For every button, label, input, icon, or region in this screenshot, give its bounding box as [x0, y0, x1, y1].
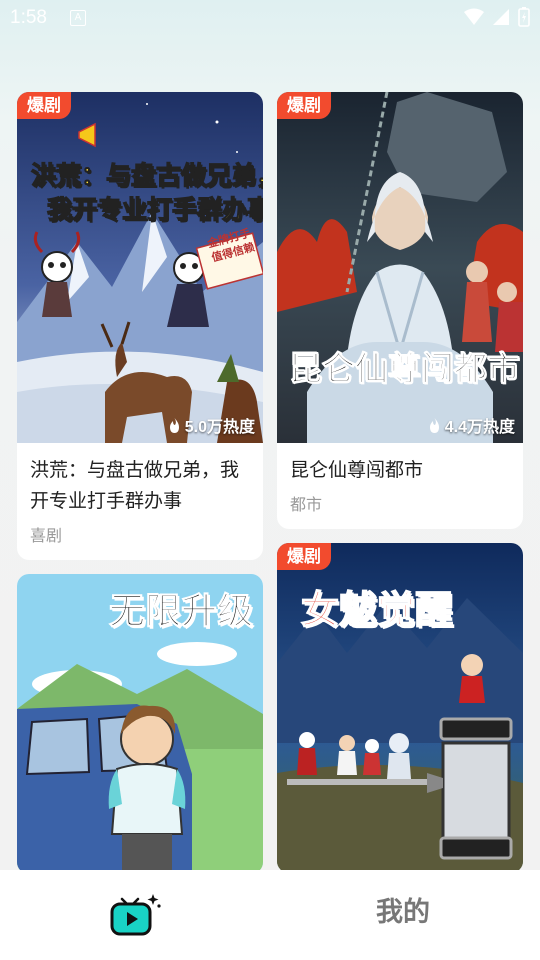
card-title[interactable]: 昆仑仙尊闯都市 [290, 455, 511, 486]
drama-cover[interactable]: 无限升级 [17, 574, 263, 874]
flame-icon [169, 417, 179, 433]
hot-badge: 爆剧 [277, 543, 331, 570]
hot-badge: 爆剧 [17, 92, 71, 119]
drama-card[interactable]: 无限升级 [17, 574, 263, 874]
drama-card[interactable]: 爆剧 洪荒：与盘古做兄弟， 我开专业打手群办事 金牌打手 值得信赖 5.0万热度… [17, 92, 263, 560]
tv-play-icon [110, 894, 161, 936]
card-info: 洪荒：与盘古做兄弟，我开专业打手群办事 喜剧 [17, 443, 263, 560]
heat-count: 4.4万热度 [444, 419, 515, 436]
cover-title: 昆仑仙尊闯都市 [289, 349, 521, 389]
nav-mine-tab[interactable]: 我的 [376, 890, 430, 929]
card-title[interactable]: 洪荒：与盘古做兄弟，我开专业打手群办事 [30, 455, 251, 517]
card-info: 昆仑仙尊闯都市 都市 [277, 443, 523, 529]
status-icons [464, 7, 530, 27]
bottom-nav: 我的 [0, 870, 540, 960]
card-genre: 喜剧 [30, 528, 63, 545]
feed-column-right: 爆剧 昆仑仙尊闯都市 4.4万热度 昆仑仙尊闯都市 都市 爆剧 女魃觉醒 [277, 92, 523, 887]
heat-indicator: 4.4万热度 [428, 413, 515, 437]
hot-badge: 爆剧 [277, 92, 331, 119]
heat-count: 5.0万热度 [184, 419, 255, 436]
status-notification-icon: A [70, 10, 86, 26]
nav-home-tab[interactable] [108, 892, 162, 938]
wifi-icon [464, 8, 484, 25]
drama-cover[interactable]: 爆剧 昆仑仙尊闯都市 4.4万热度 [277, 92, 523, 443]
battery-icon [518, 7, 530, 27]
cover-art-honghuang [17, 92, 263, 443]
cover-title: 无限升级 [108, 590, 254, 632]
drama-card[interactable]: 爆剧 女魃觉醒 [277, 543, 523, 873]
cover-title: 女魃觉醒 [300, 589, 454, 633]
status-time: 1:58 [10, 7, 47, 28]
status-bar: 1:58 A [0, 0, 540, 36]
drama-cover[interactable]: 爆剧 女魃觉醒 [277, 543, 523, 873]
feed-column-left: 爆剧 洪荒：与盘古做兄弟， 我开专业打手群办事 金牌打手 值得信赖 5.0万热度… [17, 92, 263, 888]
drama-card[interactable]: 爆剧 昆仑仙尊闯都市 4.4万热度 昆仑仙尊闯都市 都市 [277, 92, 523, 529]
drama-cover[interactable]: 爆剧 洪荒：与盘古做兄弟， 我开专业打手群办事 金牌打手 值得信赖 5.0万热度 [17, 92, 263, 443]
cover-title-line-2: 我开专业打手群办事 [46, 195, 263, 224]
card-genre: 都市 [290, 497, 323, 514]
cover-title-line-1: 洪荒：与盘古做兄弟， [30, 161, 263, 190]
signal-icon [493, 9, 509, 25]
heat-indicator: 5.0万热度 [168, 413, 255, 437]
flame-icon [429, 417, 439, 433]
cover-art-kunlun [277, 92, 523, 443]
